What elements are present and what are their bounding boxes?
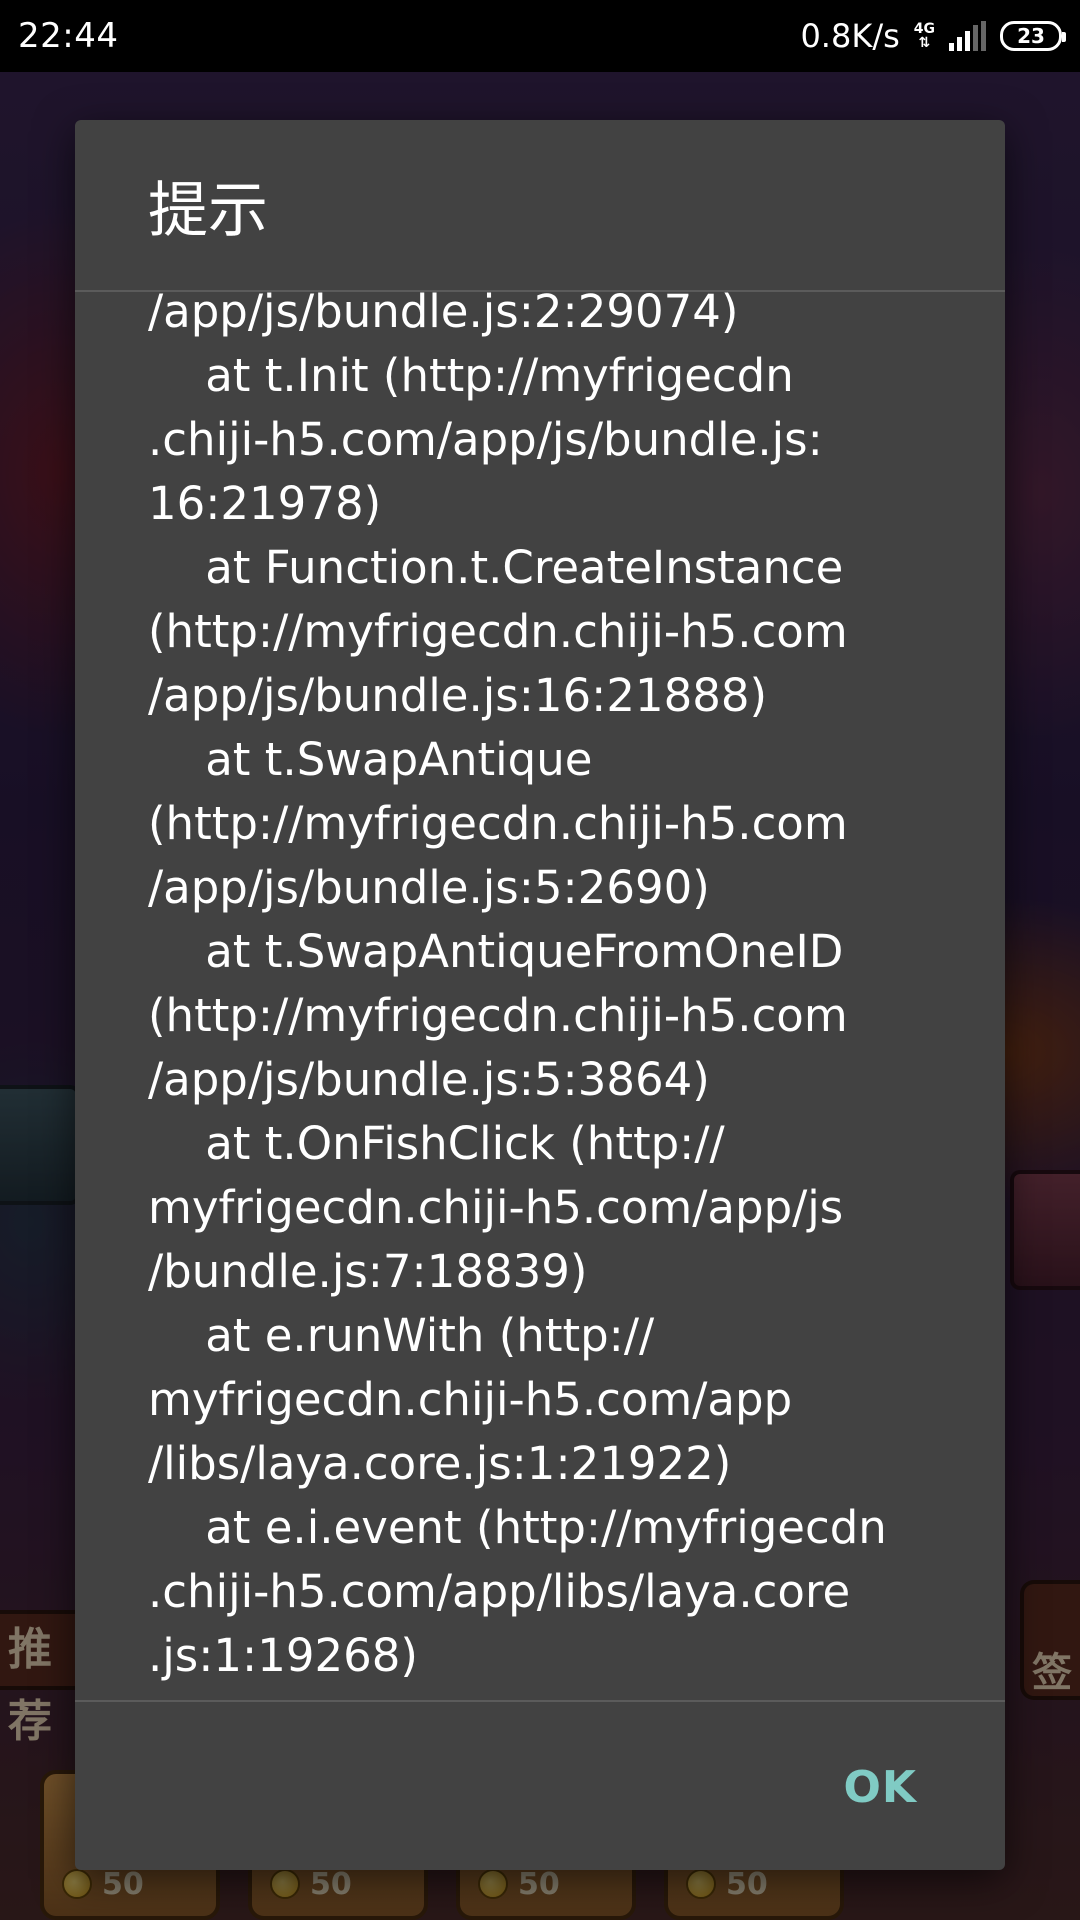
- signal-strength-icon: [949, 21, 986, 51]
- network-speed: 0.8K/s: [800, 17, 900, 55]
- status-time: 22:44: [18, 16, 119, 56]
- battery-icon: 23: [1000, 21, 1066, 51]
- status-bar: 22:44 0.8K/s 4G ⇅ 23: [0, 0, 1080, 72]
- network-type-label: 4G: [913, 21, 935, 37]
- ok-button[interactable]: OK: [844, 1757, 918, 1817]
- status-right: 0.8K/s 4G ⇅ 23: [800, 17, 1066, 55]
- data-arrows-icon: ⇅: [918, 35, 931, 51]
- dialog-message-scroll[interactable]: /app/js/bundle.js:2:29074) at t.Init (ht…: [75, 292, 1005, 1700]
- dialog-message: /app/js/bundle.js:2:29074) at t.Init (ht…: [148, 292, 887, 1700]
- dialog-actions: OK: [75, 1702, 1005, 1870]
- alert-dialog: 提示 /app/js/bundle.js:2:29074) at t.Init …: [75, 120, 1005, 1870]
- dialog-title: 提示: [148, 175, 268, 246]
- network-type-icon: 4G ⇅: [914, 22, 935, 50]
- battery-level: 23: [1017, 24, 1045, 48]
